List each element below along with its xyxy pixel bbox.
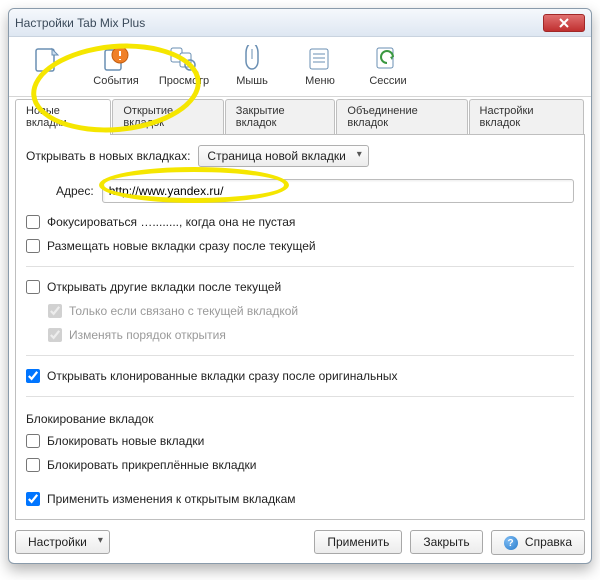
checkbox-input <box>48 304 62 318</box>
toolbar-item-general[interactable] <box>15 41 81 90</box>
checkbox-input[interactable] <box>26 215 40 229</box>
toolbar-item-menu[interactable]: Меню <box>287 41 353 90</box>
toolbar-item-view[interactable]: Просмотр <box>151 41 217 90</box>
tab-panel: Открывать в новых вкладках: Страница нов… <box>15 134 585 520</box>
toolbar-label: Сессии <box>358 75 418 87</box>
checkbox-label: Применить изменения к открытым вкладкам <box>47 492 296 506</box>
toolbar-item-mouse[interactable]: Мышь <box>219 41 285 90</box>
close-icon <box>559 18 569 28</box>
close-button[interactable] <box>543 14 585 32</box>
toolbar-label: Мышь <box>222 75 282 87</box>
checkbox-label: Открывать клонированные вкладки сразу по… <box>47 369 398 383</box>
apply-button[interactable]: Применить <box>314 530 402 554</box>
checkbox-label: Только если связано с текущей вкладкой <box>69 304 298 318</box>
checkbox-input[interactable] <box>26 280 40 294</box>
events-icon <box>100 45 132 73</box>
apply-to-open-checkbox[interactable]: Применить изменения к открытым вкладкам <box>26 490 574 508</box>
checkbox-label: Размещать новые вкладки сразу после теку… <box>47 239 316 253</box>
place-after-current-checkbox[interactable]: Размещать новые вкладки сразу после теку… <box>26 237 574 255</box>
footer: Настройки Применить Закрыть ? Справка <box>15 530 585 556</box>
checkbox-label: Фокусироваться …........, когда она не п… <box>47 215 295 229</box>
separator <box>26 355 574 356</box>
toolbar-label: Меню <box>290 75 350 87</box>
toolbar-item-sessions[interactable]: Сессии <box>355 41 421 90</box>
tab-open-tabs[interactable]: Открытие вкладок <box>112 99 223 135</box>
open-in-new-tabs-label: Открывать в новых вкладках: <box>26 149 190 163</box>
checkbox-label: Блокировать новые вкладки <box>47 434 204 448</box>
sessions-icon <box>372 45 404 73</box>
toolbar: События Просмотр Мышь Меню Сессии <box>9 37 591 97</box>
focus-nonempty-checkbox[interactable]: Фокусироваться …........, когда она не п… <box>26 213 574 231</box>
lock-section-title: Блокирование вкладок <box>26 412 574 426</box>
open-cloned-after-original-checkbox[interactable]: Открывать клонированные вкладки сразу по… <box>26 367 574 385</box>
open-target-dropdown[interactable]: Страница новой вкладки <box>198 145 368 167</box>
checkbox-input[interactable] <box>26 492 40 506</box>
view-icon <box>168 45 200 73</box>
address-label: Адрес: <box>56 184 94 198</box>
checkbox-input[interactable] <box>26 458 40 472</box>
toolbar-item-events[interactable]: События <box>83 41 149 90</box>
tab-tab-settings[interactable]: Настройки вкладок <box>469 99 584 135</box>
checkbox-input <box>48 328 62 342</box>
checkbox-label: Открывать другие вкладки после текущей <box>47 280 281 294</box>
checkbox-input[interactable] <box>26 369 40 383</box>
open-other-after-current-checkbox[interactable]: Открывать другие вкладки после текущей <box>26 278 574 296</box>
checkbox-label: Блокировать прикреплённые вкладки <box>47 458 257 472</box>
tab-merge-tabs[interactable]: Объединение вкладок <box>336 99 467 135</box>
lock-new-checkbox[interactable]: Блокировать новые вкладки <box>26 432 574 450</box>
settings-button[interactable]: Настройки <box>15 530 110 554</box>
help-label: Справка <box>525 535 572 549</box>
tab-close-tabs[interactable]: Закрытие вкладок <box>225 99 336 135</box>
titlebar: Настройки Tab Mix Plus <box>9 9 591 37</box>
only-if-related-checkbox: Только если связано с текущей вкладкой <box>48 302 574 320</box>
change-open-order-checkbox: Изменять порядок открытия <box>48 326 574 344</box>
settings-window: Настройки Tab Mix Plus События Просмотр … <box>8 8 592 564</box>
lock-pinned-checkbox[interactable]: Блокировать прикреплённые вкладки <box>26 456 574 474</box>
checkbox-input[interactable] <box>26 239 40 253</box>
toolbar-label: События <box>86 75 146 87</box>
tab-new-tabs[interactable]: Новые вкладки <box>15 99 111 135</box>
checkbox-input[interactable] <box>26 434 40 448</box>
separator <box>26 266 574 267</box>
window-title: Настройки Tab Mix Plus <box>15 16 543 30</box>
open-in-new-tabs-row: Открывать в новых вкладках: Страница нов… <box>26 145 574 167</box>
subtabs: Новые вкладки Открытие вкладок Закрытие … <box>9 99 591 135</box>
menu-icon <box>304 45 336 73</box>
separator <box>26 396 574 397</box>
help-icon: ? <box>504 536 518 550</box>
checkbox-label: Изменять порядок открытия <box>69 328 226 342</box>
page-icon <box>32 45 64 73</box>
address-row: Адрес: <box>56 179 574 203</box>
close-footer-button[interactable]: Закрыть <box>410 530 482 554</box>
help-button[interactable]: ? Справка <box>491 530 585 556</box>
mouse-icon <box>236 45 268 73</box>
toolbar-label: Просмотр <box>154 75 214 87</box>
address-input[interactable] <box>102 179 574 203</box>
